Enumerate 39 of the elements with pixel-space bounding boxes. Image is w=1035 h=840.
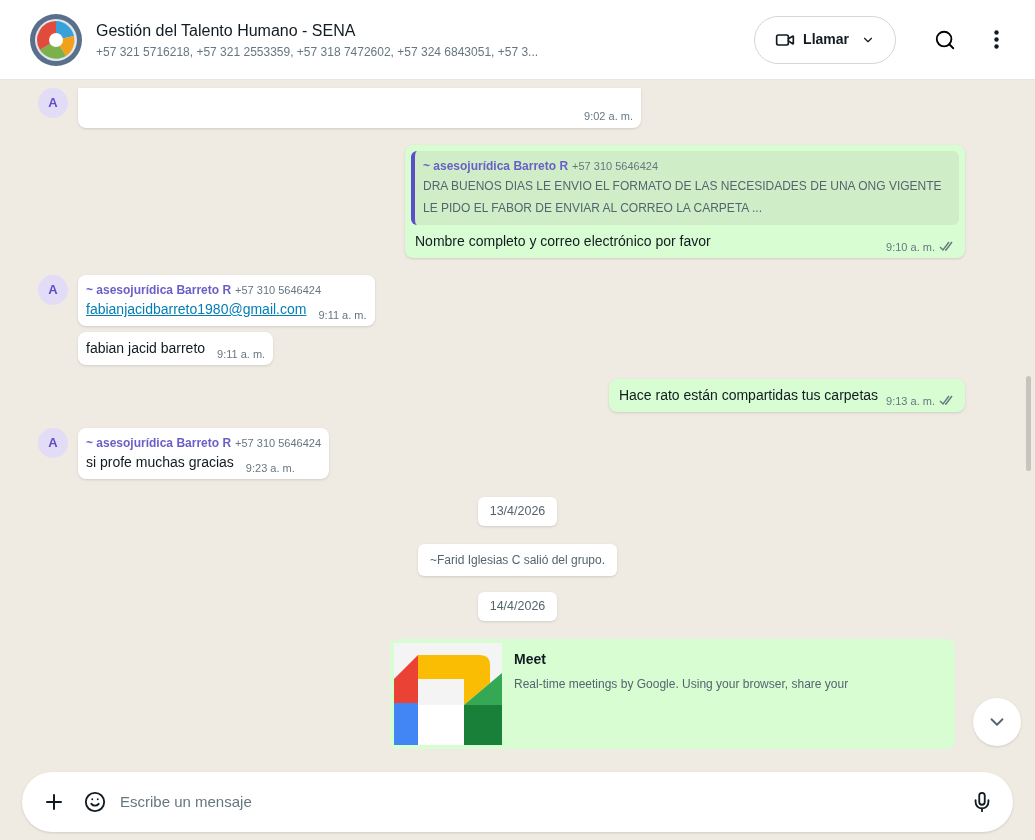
- preview-description: Real-time meetings by Google. Using your browser, share your: [514, 675, 849, 693]
- message-time: 9:13 a. m.: [886, 393, 935, 409]
- date-chip: 14/4/2026: [477, 591, 558, 621]
- smiley-icon: [84, 791, 106, 813]
- quoted-message[interactable]: ~ asesojurídica Barreto R +57 310 5646424 DRA BUENOS DIAS LE ENVIO EL FORMATO DE LAS NECESIDADES DE UNA ONG VIGENTE LE PIDO EL FABOR DE ENVIAR AL CORREO LA CARPETA ...: [411, 151, 959, 225]
- contact-avatar[interactable]: A: [38, 428, 68, 458]
- sender-phone: +57 310 5646424: [235, 283, 321, 298]
- link-preview-card[interactable]: Meet Real-time meetings by Google. Using your browser, share your: [390, 638, 955, 749]
- message-time: 9:02 a. m.: [584, 108, 633, 124]
- menu-icon: [994, 30, 999, 49]
- message-input[interactable]: Escribe un mensaje: [120, 790, 971, 814]
- search-icon: [934, 28, 956, 51]
- sender-name: ~ asesojurídica Barreto R: [423, 158, 569, 175]
- meet-logo-icon: [394, 642, 502, 745]
- message-time: 9:10 a. m.: [886, 239, 935, 255]
- preview-title: Meet: [514, 649, 547, 669]
- message-field[interactable]: Escribe un mensaje: [22, 772, 1013, 832]
- message-time: 9:11 a. m.: [217, 346, 266, 362]
- sender-name[interactable]: ~ asesojurídica Barreto R: [86, 434, 232, 452]
- chat-title[interactable]: Gestión del Talento Humano - SENA: [96, 18, 539, 43]
- message-text: Hace rato están compartidas tus carpetas: [618, 386, 879, 405]
- contact-avatar[interactable]: A: [38, 88, 68, 118]
- date-chip: 13/4/2026: [477, 497, 558, 526]
- sticker-button[interactable]: [84, 791, 106, 813]
- message-time: 9:11 a. m.: [318, 307, 367, 323]
- message-text: fabian jacid barreto: [86, 339, 206, 358]
- message-text: Nombre completo y correo electrónico por favor: [415, 232, 711, 251]
- message-time: 9:23 a. m.: [245, 460, 295, 476]
- scrollbar-thumb[interactable]: [1026, 376, 1031, 471]
- email-link[interactable]: fabianjacidbarreto1980@gmail.com: [86, 299, 307, 320]
- message-text: si profe muchas gracias: [86, 453, 234, 472]
- sender-phone: +57 310 5646424: [235, 436, 321, 451]
- chat-members: +57 321 5716218, +57 321 2553359, +57 318 7472602, +57 324 6843051, +57 3...: [96, 43, 539, 61]
- quoted-text: DRA BUENOS DIAS LE ENVIO EL FORMATO DE LAS NECESIDADES DE UNA ONG VIGENTE LE PIDO EL FABOR DE ENVIAR AL CORREO LA CARPETA ...: [423, 178, 943, 217]
- sender-phone: +57 310 5646424: [572, 159, 658, 174]
- contact-avatar[interactable]: A: [38, 275, 68, 305]
- system-notice: ~Farid Iglesias C salió del grupo.: [417, 543, 618, 576]
- sender-name[interactable]: ~ asesojurídica Barreto R: [86, 281, 232, 299]
- group-logo-icon[interactable]: [30, 13, 82, 66]
